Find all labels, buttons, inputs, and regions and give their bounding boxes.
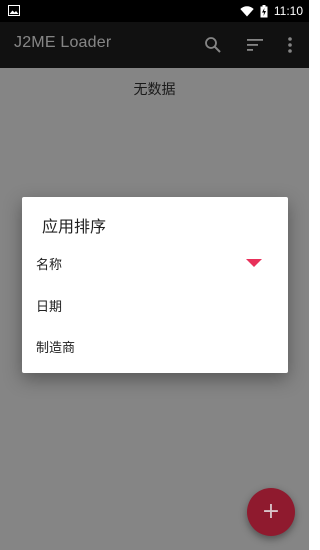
status-bar: 11:10 [0,0,309,22]
status-time: 11:10 [273,4,303,18]
sort-option-name[interactable]: 名称 [22,243,288,283]
sort-option-vendor[interactable]: 制造商 [22,326,288,366]
battery-charging-icon [260,4,268,17]
sort-option-label: 名称 [36,257,63,273]
sort-option-date[interactable]: 日期 [22,285,288,325]
add-app-button[interactable]: + [247,488,295,536]
sort-dialog: 应用排序 名称 日期 制造商 [22,197,288,373]
dialog-title: 应用排序 [42,217,107,236]
dropdown-arrow-icon[interactable] [246,259,262,267]
plus-icon: + [261,499,281,524]
image-icon [8,5,20,16]
sort-option-label: 日期 [36,299,63,315]
wifi-icon [240,5,254,16]
sort-option-label: 制造商 [36,340,76,356]
